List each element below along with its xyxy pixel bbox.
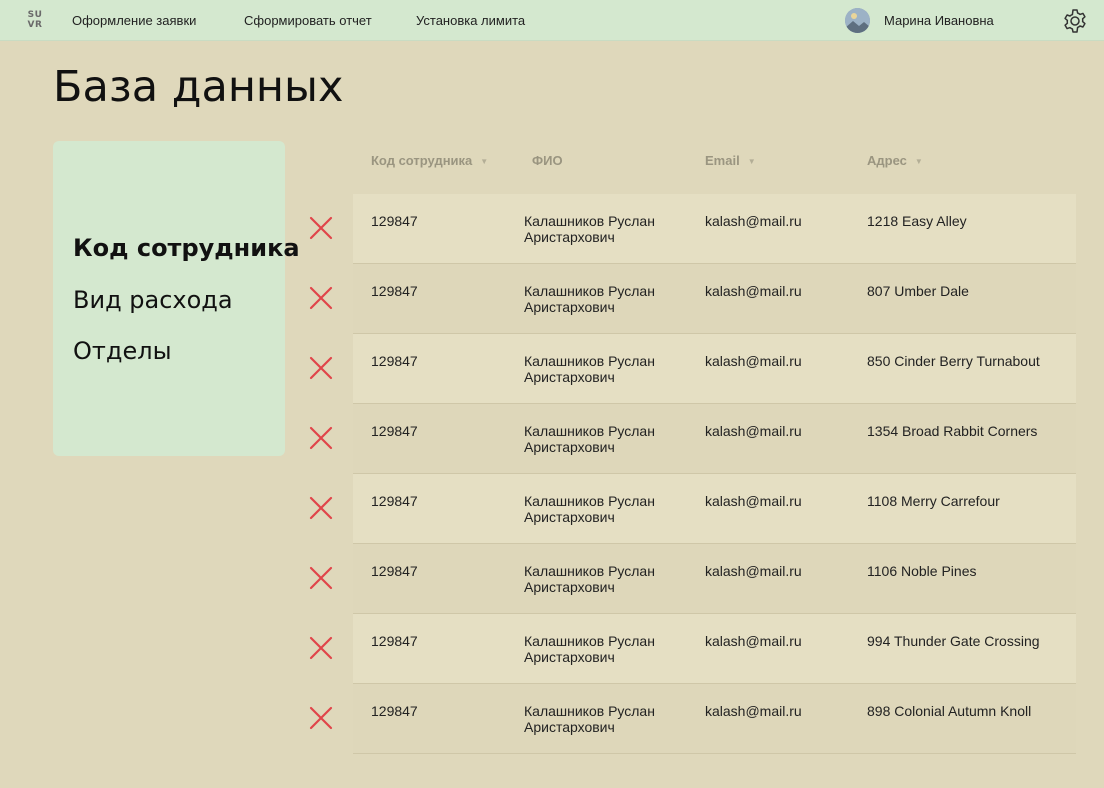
full-name-line2: Аристархович (524, 649, 615, 665)
full-name-line2: Аристархович (524, 509, 615, 525)
address-cell: 1108 Merry Carrefour (867, 493, 1000, 509)
address-cell: 994 Thunder Gate Crossing (867, 633, 1040, 649)
full-name-cell: Калашников Руслан Аристархович (524, 353, 684, 385)
close-icon[interactable] (309, 426, 333, 450)
full-name-cell: Калашников Руслан Аристархович (524, 283, 684, 315)
address-cell: 898 Colonial Autumn Knoll (867, 703, 1032, 719)
full-name-line1: Калашников Руслан (524, 353, 655, 369)
close-icon[interactable] (309, 496, 333, 520)
table-row[interactable]: 129847 Калашников Руслан Аристархович kalas… (353, 264, 1076, 334)
full-name-line1: Калашников Руслан (524, 423, 655, 439)
column-header-email[interactable]: Email ▼ (705, 153, 756, 168)
category-panel: Код сотрудника Вид расхода Отделы (53, 141, 300, 456)
address-cell: 807 Umber Dale (867, 283, 969, 299)
table-row[interactable]: 129847 Калашников Руслан Аристархович kalas… (353, 194, 1076, 264)
sidebar-item-employee-code[interactable]: Код сотрудника (73, 234, 300, 262)
sidebar-item-departments[interactable]: Отделы (73, 337, 172, 365)
email-cell: kalash@mail.ru (705, 283, 802, 299)
close-icon[interactable] (309, 356, 333, 380)
email-cell: kalash@mail.ru (705, 493, 802, 509)
column-header-name[interactable]: ФИО (532, 153, 563, 168)
close-icon[interactable] (309, 636, 333, 660)
avatar[interactable] (845, 8, 870, 33)
employee-code-cell: 129847 (371, 633, 418, 649)
column-header-label: ФИО (532, 153, 563, 168)
logo-text-bottom: VR (27, 20, 43, 30)
nav-item-limit[interactable]: Установка лимита (416, 13, 525, 28)
column-header-label: Адрес (867, 153, 907, 168)
employee-code-cell: 129847 (371, 703, 418, 719)
close-icon[interactable] (309, 566, 333, 590)
full-name-line1: Калашников Руслан (524, 703, 655, 719)
full-name-cell: Калашников Руслан Аристархович (524, 633, 684, 665)
employee-code-cell: 129847 (371, 563, 418, 579)
email-cell: kalash@mail.ru (705, 353, 802, 369)
employee-code-cell: 129847 (371, 283, 418, 299)
table-row[interactable]: 129847 Калашников Руслан Аристархович kalas… (353, 614, 1076, 684)
email-cell: kalash@mail.ru (705, 423, 802, 439)
table-row[interactable]: 129847 Калашников Руслан Аристархович kalas… (353, 474, 1076, 544)
full-name-line1: Калашников Руслан (524, 213, 655, 229)
table-row[interactable]: 129847 Калашников Руслан Аристархович kalas… (353, 334, 1076, 404)
full-name-cell: Калашников Руслан Аристархович (524, 213, 684, 245)
full-name-line2: Аристархович (524, 299, 615, 315)
email-cell: kalash@mail.ru (705, 633, 802, 649)
full-name-line1: Калашников Руслан (524, 493, 655, 509)
full-name-line1: Калашников Руслан (524, 283, 655, 299)
user-name[interactable]: Марина Ивановна (884, 13, 994, 28)
full-name-cell: Калашников Руслан Аристархович (524, 493, 684, 525)
nav-item-report[interactable]: Сформировать отчет (244, 13, 372, 28)
email-cell: kalash@mail.ru (705, 703, 802, 719)
address-cell: 1354 Broad Rabbit Corners (867, 423, 1038, 439)
address-cell: 1218 Easy Alley (867, 213, 967, 229)
table-row[interactable]: 129847 Калашников Руслан Аристархович kalas… (353, 544, 1076, 614)
gear-icon[interactable] (1062, 8, 1088, 34)
full-name-line2: Аристархович (524, 229, 615, 245)
chevron-down-icon: ▼ (480, 157, 489, 167)
column-header-label: Код сотрудника (371, 153, 473, 168)
employee-code-cell: 129847 (371, 213, 418, 229)
column-header-label: Email (705, 153, 740, 168)
address-cell: 1106 Noble Pines (867, 563, 977, 579)
full-name-cell: Калашников Руслан Аристархович (524, 563, 684, 595)
employee-code-cell: 129847 (371, 353, 418, 369)
close-icon[interactable] (309, 286, 333, 310)
employee-code-cell: 129847 (371, 493, 418, 509)
logo-text-top: SU (27, 10, 43, 20)
page-title: База данных (53, 62, 344, 112)
email-cell: kalash@mail.ru (705, 563, 802, 579)
full-name-cell: Калашников Руслан Аристархович (524, 703, 684, 735)
sidebar-item-expense-type[interactable]: Вид расхода (73, 286, 233, 314)
full-name-line2: Аристархович (524, 369, 615, 385)
address-cell: 850 Cinder Berry Turnabout (867, 353, 1040, 369)
nav-item-application[interactable]: Оформление заявки (72, 13, 196, 28)
full-name-cell: Калашников Руслан Аристархович (524, 423, 684, 455)
top-navigation-bar: SU VR Оформление заявки Сформировать отч… (0, 0, 1104, 41)
table-row[interactable]: 129847 Калашников Руслан Аристархович kalas… (353, 684, 1076, 754)
full-name-line2: Аристархович (524, 719, 615, 735)
close-icon[interactable] (309, 706, 333, 730)
column-header-employee-code[interactable]: Код сотрудника ▼ (371, 153, 488, 168)
full-name-line2: Аристархович (524, 439, 615, 455)
chevron-down-icon: ▼ (747, 157, 756, 167)
email-cell: kalash@mail.ru (705, 213, 802, 229)
employee-code-cell: 129847 (371, 423, 418, 439)
full-name-line1: Калашников Руслан (524, 563, 655, 579)
logo[interactable]: SU VR (24, 10, 46, 32)
full-name-line2: Аристархович (524, 579, 615, 595)
chevron-down-icon: ▼ (914, 157, 923, 167)
full-name-line1: Калашников Руслан (524, 633, 655, 649)
table-row[interactable]: 129847 Калашников Руслан Аристархович kalas… (353, 404, 1076, 474)
close-icon[interactable] (309, 216, 333, 240)
column-header-address[interactable]: Адрес ▼ (867, 153, 923, 168)
